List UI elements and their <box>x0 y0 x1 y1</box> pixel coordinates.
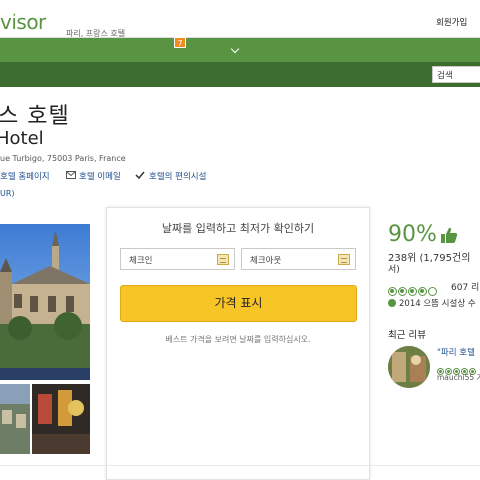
breadcrumb-separator: › <box>66 8 70 18</box>
main-nav <box>0 38 480 62</box>
recent-reviews-heading: 최근 리뷰 <box>388 330 426 341</box>
checkin-label: 체크인 <box>129 256 153 266</box>
checkout-label: 체크아웃 <box>250 256 282 266</box>
breadcrumb-separator: › <box>34 8 38 18</box>
checkmark-icon <box>135 171 145 179</box>
photo-caption-bar <box>0 368 90 380</box>
rating-bubble-icon <box>408 287 417 296</box>
review-count-link[interactable]: 607 리 <box>451 280 479 293</box>
hotel-rank-suffix: 서) <box>388 265 400 275</box>
cathedral-image <box>0 224 90 368</box>
award-text[interactable]: 2014 으뜸 시설상 수 <box>399 297 476 309</box>
hotel-email-link[interactable]: 호텔 이메일 <box>79 170 121 182</box>
award-icon <box>388 299 396 307</box>
price-box-title: 날짜를 입력하고 최저가 확인하기 <box>161 222 315 235</box>
nav-item-write-review[interactable]: 리뷰 쓰기 <box>189 6 225 19</box>
rating-bubble-icon <box>388 287 397 296</box>
calendar-icon[interactable] <box>338 254 350 265</box>
hotel-homepage-link[interactable]: 호텔 홈페이지 <box>0 170 50 182</box>
hotel-title-english: Hotel <box>0 128 44 149</box>
breadcrumb-item-city[interactable]: 파리 <box>44 8 60 20</box>
breadcrumb-item-country[interactable]: 프랑스 <box>0 8 23 20</box>
price-box-note: 베스트 가격을 보려면 날짜를 입력하십시오. <box>165 335 311 344</box>
hotel-thumb-photo-1[interactable] <box>0 384 30 454</box>
reviewer-avatar[interactable] <box>388 346 430 388</box>
bottom-divider <box>0 465 480 466</box>
show-prices-button[interactable]: 가격 표시 <box>120 285 357 322</box>
recent-review-title[interactable]: "파리 호텔 <box>437 346 475 358</box>
currency-label[interactable]: UR) <box>0 189 15 198</box>
hotel-title-korean: 스 호텔 <box>0 104 70 129</box>
nav-item-trends[interactable]: 최신 트렌드 <box>128 6 172 19</box>
recommend-score: 90% <box>388 222 437 247</box>
trend-count-badge: 7 <box>174 37 186 48</box>
restaurant-image <box>32 384 90 454</box>
signup-link[interactable]: 회원가입 <box>436 16 467 28</box>
hotel-rank[interactable]: 238위 (1,795건의 <box>388 249 470 264</box>
search-input[interactable] <box>432 66 480 83</box>
breadcrumb <box>0 62 480 87</box>
breadcrumb-item-hotels[interactable]: 파리 호텔 <box>77 8 111 20</box>
hotel-thumb-photo-2[interactable] <box>32 384 90 454</box>
hotel-address: ue Turbigo, 75003 Paris, France <box>0 154 126 163</box>
checkin-field[interactable]: 체크인 <box>120 248 235 270</box>
hotel-main-photo[interactable] <box>0 224 90 368</box>
rating-bubble-icon <box>418 287 427 296</box>
street-image <box>0 384 30 454</box>
hotel-amenities-link[interactable]: 호텔의 편의시설 <box>149 170 206 182</box>
rating-bubble-icon <box>428 287 437 296</box>
email-icon <box>66 171 76 179</box>
avatar-image <box>388 346 430 388</box>
reviewer-name[interactable]: mauchi55 가 <box>437 372 480 383</box>
thumbs-up-icon <box>441 227 458 243</box>
checkout-field[interactable]: 체크아웃 <box>241 248 356 270</box>
calendar-icon[interactable] <box>217 254 229 265</box>
rating-bubble-icon <box>398 287 407 296</box>
